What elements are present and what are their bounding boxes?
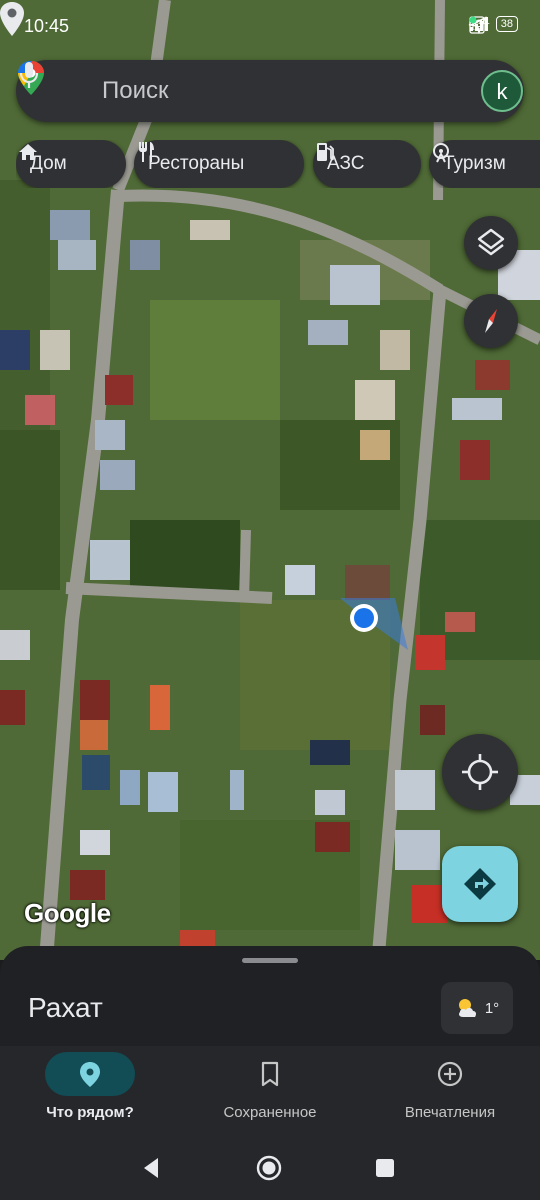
weather-chip[interactable]: 1° <box>441 982 513 1034</box>
directions-button[interactable] <box>442 846 518 922</box>
recents-icon[interactable] <box>374 1157 396 1179</box>
status-bar: 10:45 VoLTE 4G+ 38 <box>0 0 540 52</box>
compass-button[interactable] <box>464 294 518 348</box>
home-button-icon[interactable] <box>255 1154 283 1182</box>
nav-explore[interactable]: Что рядом? <box>0 1046 180 1136</box>
sheet-drag-handle[interactable] <box>242 958 298 963</box>
satellite-map[interactable]: 10:45 VoLTE 4G+ 38 Поиск k <box>0 0 540 960</box>
nav-label: Впечатления <box>404 1104 496 1121</box>
bottom-navigation: Что рядом? Сохраненное Впечатления <box>0 1046 540 1136</box>
compass-icon <box>485 309 497 333</box>
chip-label: Рестораны <box>148 153 245 174</box>
chip-tourism[interactable]: Туризм <box>429 140 540 188</box>
weather-temp: 1° <box>484 999 500 1017</box>
search-input[interactable]: Поиск <box>102 77 169 105</box>
directions-icon <box>464 868 496 900</box>
map-place-marker-icon[interactable] <box>0 0 30 40</box>
nav-saved[interactable]: Сохраненное <box>180 1046 360 1136</box>
attraction-icon <box>433 143 449 163</box>
microphone-icon[interactable] <box>16 60 42 90</box>
my-location-icon <box>462 754 498 790</box>
layers-icon <box>477 228 505 256</box>
add-circle-icon <box>437 1061 463 1087</box>
account-avatar[interactable]: k <box>481 70 523 112</box>
google-attribution: Google <box>24 898 111 928</box>
system-navigation-bar <box>0 1136 540 1200</box>
chip-home[interactable]: Дом <box>16 140 126 188</box>
home-icon <box>19 144 37 160</box>
back-icon[interactable] <box>140 1156 162 1180</box>
location-pin-icon <box>80 1062 100 1087</box>
status-icons: VoLTE 4G+ 38 <box>468 16 518 34</box>
partly-cloudy-icon <box>458 999 476 1017</box>
chip-restaurants[interactable]: Рестораны <box>134 140 304 188</box>
search-bar[interactable]: Поиск k <box>16 60 524 122</box>
nav-label: Что рядом? <box>46 1104 134 1121</box>
layers-button[interactable] <box>464 216 518 270</box>
restaurant-icon <box>139 142 154 162</box>
category-chips: Дом Рестораны АЗС Туризм <box>16 140 540 188</box>
place-name: Рахат <box>28 992 103 1023</box>
nav-contribute[interactable]: Впечатления <box>360 1046 540 1136</box>
my-location-button[interactable] <box>442 734 518 810</box>
gas-station-icon <box>317 143 334 161</box>
chip-gas-stations[interactable]: АЗС <box>313 140 421 188</box>
status-time: 10:45 <box>24 16 70 36</box>
nav-label: Сохраненное <box>223 1104 317 1121</box>
active-dot-icon <box>469 16 477 24</box>
battery-level: 38 <box>495 16 518 32</box>
bottom-sheet[interactable]: Рахат 1° <box>0 946 540 1056</box>
bookmark-icon <box>261 1061 279 1087</box>
